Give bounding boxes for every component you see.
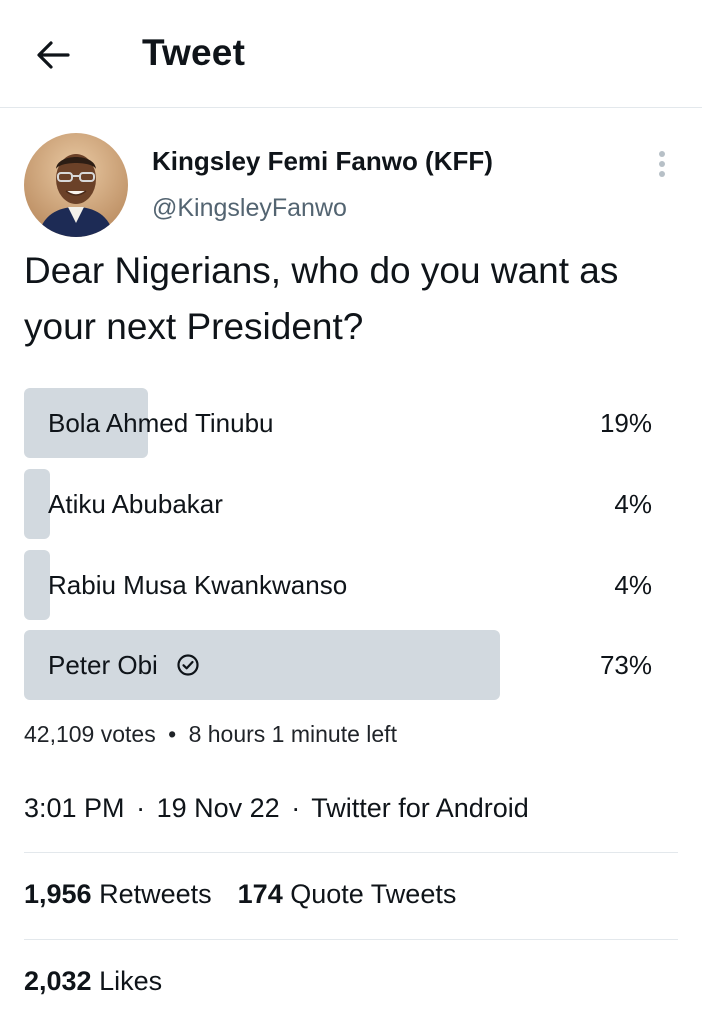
back-button[interactable]: [32, 36, 74, 74]
poll-option-percent: 4%: [614, 569, 652, 600]
more-vertical-icon: [659, 151, 665, 177]
tweet-timestamp: 3:01 PM · 19 Nov 22 · Twitter for Androi…: [24, 793, 529, 824]
more-options-button[interactable]: [650, 148, 674, 180]
poll-option-label: Peter Obi: [48, 649, 158, 680]
retweets-label: Retweets: [99, 879, 212, 909]
top-bar: Tweet: [0, 0, 702, 108]
poll-vote-count: 42,109 votes: [24, 721, 156, 747]
page-title: Tweet: [142, 32, 246, 73]
arrow-left-icon: [37, 41, 70, 69]
retweets-link[interactable]: 1,956 Retweets: [24, 879, 212, 909]
meta-separator: ·: [136, 793, 146, 823]
poll-option[interactable]: Bola Ahmed Tinubu 19%: [24, 388, 676, 458]
check-circle-icon: [176, 653, 200, 677]
author-name[interactable]: Kingsley Femi Fanwo (KFF): [152, 146, 493, 177]
poll-option-label-wrap: Peter Obi: [48, 630, 200, 700]
engagement-stats: 1,956 Retweets 174 Quote Tweets: [24, 879, 482, 910]
poll-option[interactable]: Rabiu Musa Kwankwanso 4%: [24, 550, 676, 620]
avatar[interactable]: [24, 133, 128, 237]
poll-option-label: Atiku Abubakar: [48, 488, 223, 519]
tweet-time: 3:01 PM: [24, 793, 125, 823]
meta-separator: ·: [291, 793, 301, 823]
poll-meta-separator: •: [168, 721, 177, 747]
likes-count: 2,032: [24, 966, 92, 996]
poll-option-selected[interactable]: Peter Obi 73%: [24, 630, 676, 700]
poll-result-bar: [24, 469, 51, 539]
quote-tweets-link[interactable]: 174 Quote Tweets: [238, 879, 457, 909]
quote-tweets-count: 174: [237, 879, 283, 909]
quote-tweets-label: Quote Tweets: [290, 879, 457, 909]
likes-link[interactable]: 2,032 Likes: [24, 966, 162, 996]
poll-meta: 42,109 votes • 8 hours 1 minute left: [24, 721, 397, 748]
poll-result-bar: [24, 550, 51, 620]
divider: [24, 852, 678, 853]
poll-option-percent: 4%: [614, 488, 652, 519]
tweet-text: Dear Nigerians, who do you want as your …: [24, 250, 619, 347]
likes-label: Likes: [99, 966, 163, 996]
poll-option-percent: 73%: [599, 649, 652, 680]
poll-option-percent: 19%: [599, 407, 652, 438]
retweets-count: 1,956: [24, 879, 92, 909]
poll-option[interactable]: Atiku Abubakar 4%: [24, 469, 676, 539]
likes-stats: 2,032 Likes: [24, 966, 188, 997]
poll-option-label: Bola Ahmed Tinubu: [48, 407, 274, 438]
tweet-source-link[interactable]: Twitter for Android: [311, 793, 529, 823]
divider: [24, 939, 678, 940]
author-handle[interactable]: @KingsleyFanwo: [152, 194, 347, 223]
poll-time-left: 8 hours 1 minute left: [188, 721, 397, 747]
tweet-date: 19 Nov 22: [156, 793, 280, 823]
poll-option-label: Rabiu Musa Kwankwanso: [48, 569, 348, 600]
